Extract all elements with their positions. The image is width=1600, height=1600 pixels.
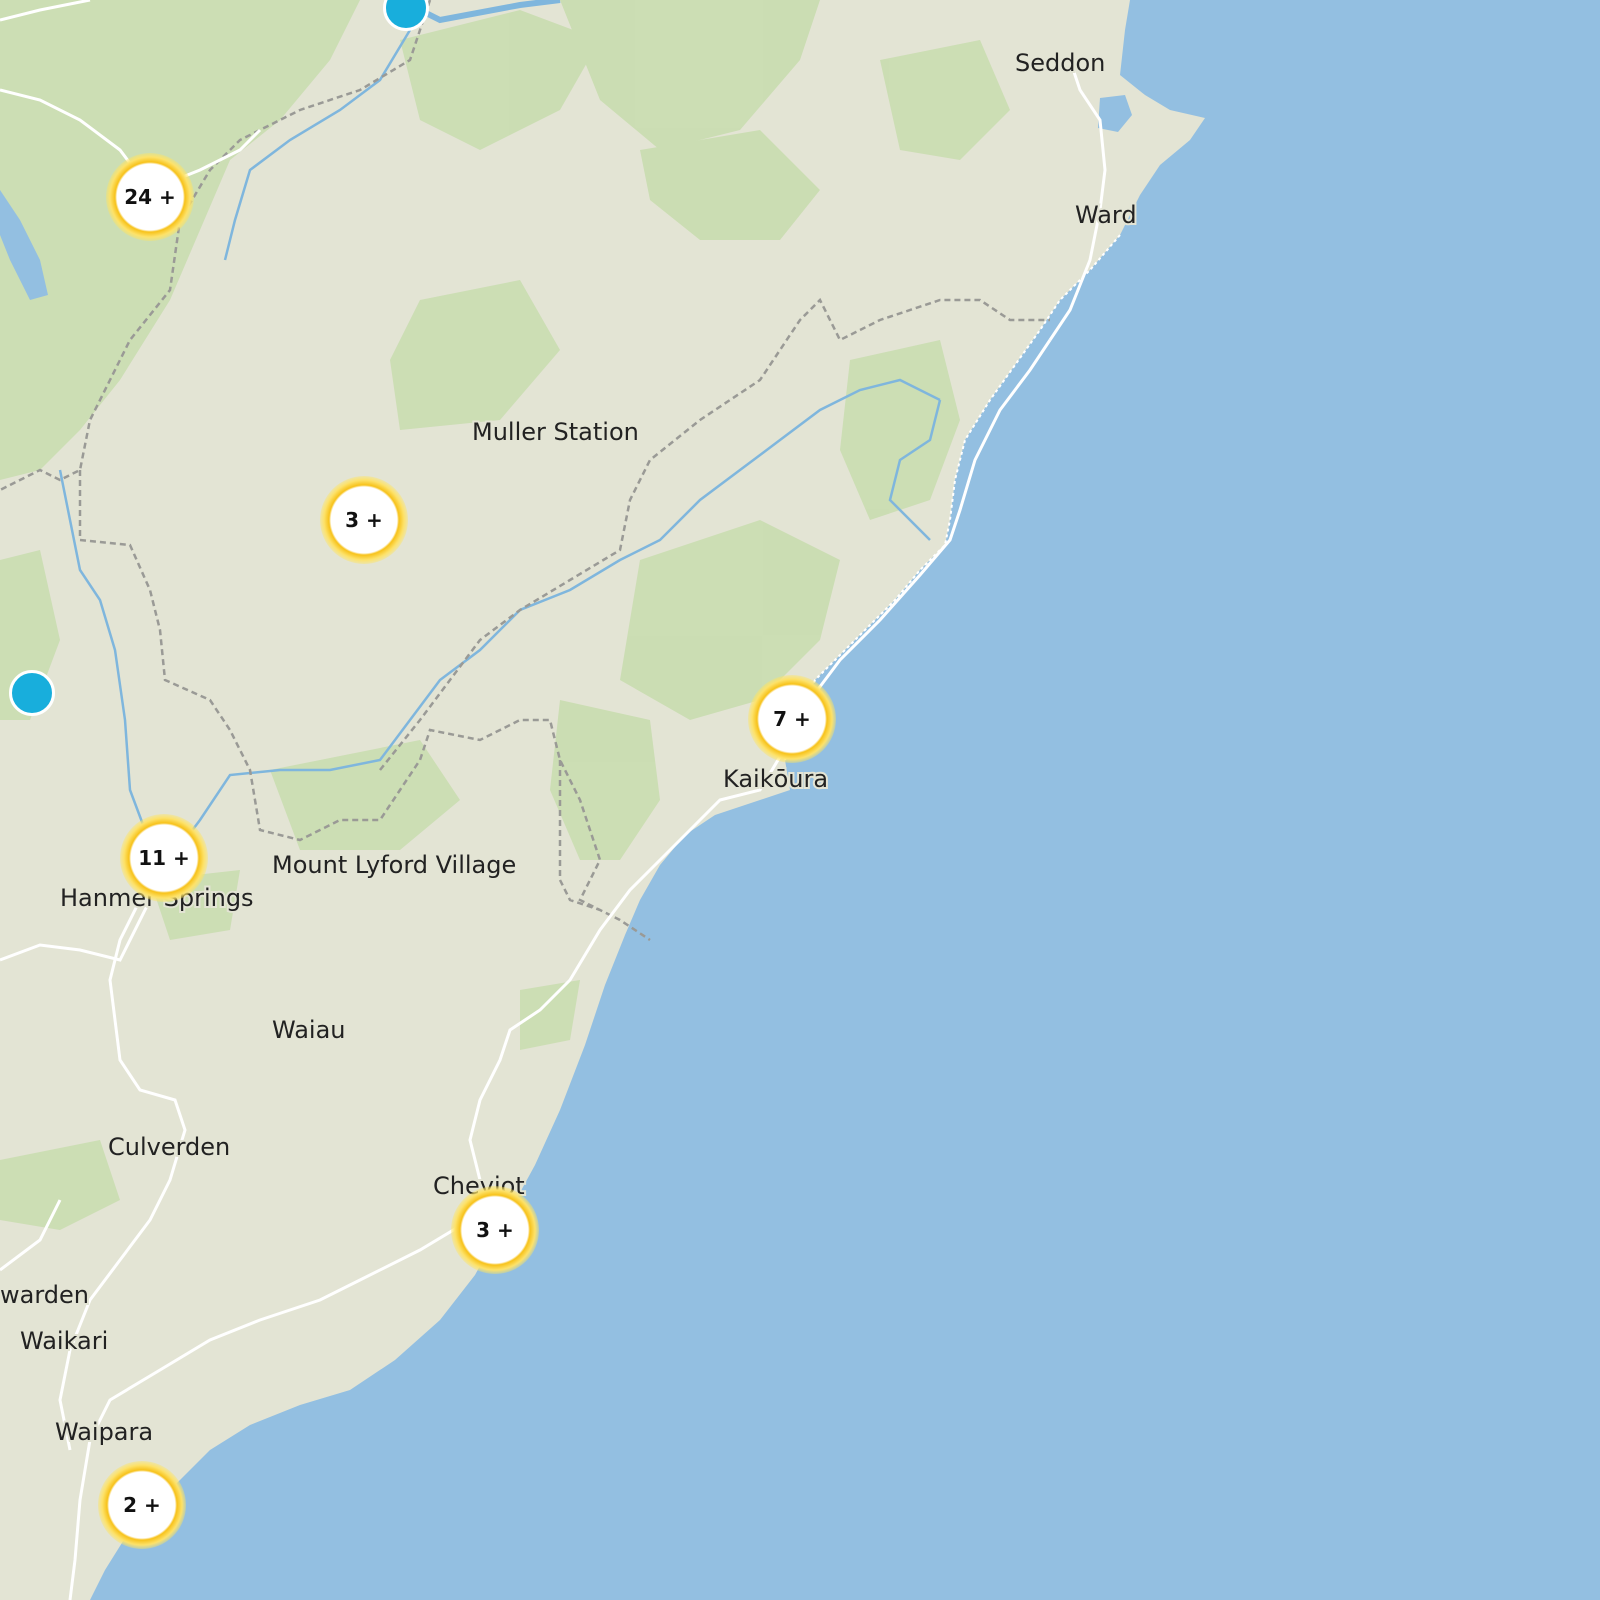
place-label-muller-station: Muller Station — [472, 418, 639, 446]
place-label-culverden: Culverden — [108, 1133, 230, 1161]
cluster-count: 3 + — [476, 1218, 514, 1242]
map-canvas[interactable]: Seddon Ward Muller Station Kaikōura Moun… — [0, 0, 1600, 1600]
place-label-ward: Ward — [1075, 201, 1137, 229]
location-marker-icon[interactable] — [9, 670, 55, 716]
place-label-mount-lyford: Mount Lyford Village — [272, 851, 516, 879]
cluster-marker-3-muller[interactable]: 3 + — [320, 476, 408, 564]
place-label-kaikoura: Kaikōura — [723, 765, 828, 793]
cluster-count: 24 + — [124, 185, 176, 209]
cluster-marker-7-kaikoura[interactable]: 7 + — [748, 675, 836, 763]
place-label-hawarden: warden — [0, 1281, 89, 1309]
place-label-seddon: Seddon — [1015, 49, 1105, 77]
cluster-count: 3 + — [345, 508, 383, 532]
cluster-marker-24[interactable]: 24 + — [106, 153, 194, 241]
cluster-count: 2 + — [123, 1493, 161, 1517]
cluster-marker-11-hanmer[interactable]: 11 + — [120, 814, 208, 902]
cluster-marker-3-cheviot[interactable]: 3 + — [451, 1186, 539, 1274]
place-label-waipara: Waipara — [55, 1418, 153, 1446]
place-label-waikari: Waikari — [20, 1327, 108, 1355]
cluster-marker-2-waipara[interactable]: 2 + — [98, 1461, 186, 1549]
cluster-count: 11 + — [138, 846, 190, 870]
place-label-waiau: Waiau — [272, 1016, 346, 1044]
cluster-count: 7 + — [773, 707, 811, 731]
